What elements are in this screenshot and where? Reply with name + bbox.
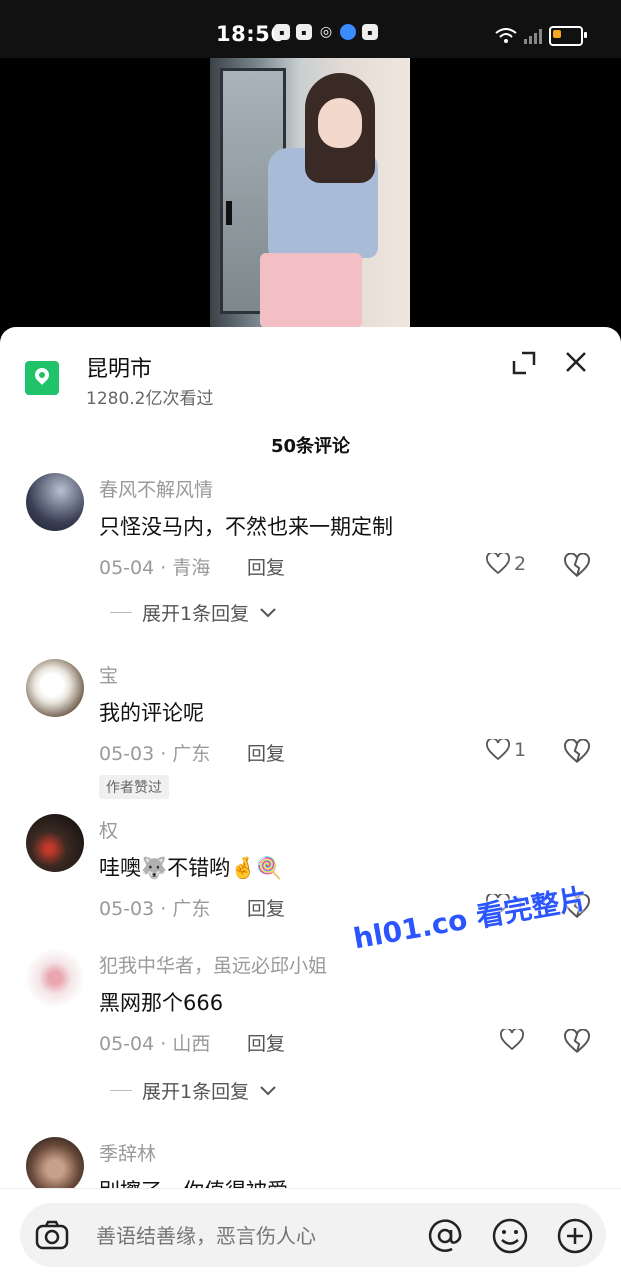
- like-button[interactable]: 1: [486, 739, 526, 761]
- wifi-icon: [495, 28, 517, 43]
- expand-replies-label: 展开1条回复: [142, 1081, 250, 1103]
- signal-icon: [524, 29, 542, 44]
- location-title[interactable]: 昆明市: [86, 351, 152, 383]
- hotspot-icon: ◎: [319, 24, 333, 40]
- battery-icon: [549, 26, 587, 46]
- chevron-down-icon: [260, 607, 276, 617]
- avatar[interactable]: [26, 814, 84, 872]
- comment-text: 我的评论呢: [99, 701, 204, 725]
- app-notification-icon: ▪: [362, 24, 378, 40]
- add-icon[interactable]: [556, 1217, 594, 1255]
- avatar[interactable]: [26, 659, 84, 717]
- browser-icon: [340, 24, 356, 40]
- heart-icon: [500, 1029, 524, 1051]
- status-bar: 18:56 ▪ ▪ ◎ ▪: [0, 0, 621, 58]
- comment-count: 50条评论: [270, 436, 351, 457]
- app-notification-icon: ▪: [296, 24, 312, 40]
- person-skirt: [260, 253, 362, 328]
- location-pin-icon[interactable]: [25, 361, 59, 395]
- reply-button[interactable]: 回复: [247, 1029, 285, 1056]
- like-button[interactable]: 2: [486, 553, 526, 575]
- video-frame: [210, 58, 410, 328]
- heart-icon: [486, 739, 510, 761]
- comment-text: 哇噢🐺不错哟🤞🍭: [99, 856, 283, 880]
- comment-meta: 05-03 · 广东: [99, 743, 211, 765]
- comment-username[interactable]: 犯我中华者，虽远必邱小姐: [99, 951, 327, 978]
- broken-heart-icon[interactable]: [564, 553, 590, 579]
- heart-icon: [486, 553, 510, 575]
- comment-input[interactable]: [94, 1223, 408, 1249]
- close-icon[interactable]: [563, 349, 589, 375]
- reply-button[interactable]: 回复: [247, 739, 285, 766]
- avatar[interactable]: [26, 949, 84, 1007]
- reply-button[interactable]: 回复: [247, 894, 285, 921]
- comment-username[interactable]: 季辞林: [99, 1139, 156, 1166]
- avatar[interactable]: [26, 1137, 84, 1195]
- fullscreen-icon[interactable]: [510, 349, 538, 377]
- system-icons: [495, 26, 587, 46]
- comment-text: 只怪没马内，不然也来一期定制: [99, 515, 393, 539]
- author-liked-badge: 作者赞过: [99, 775, 169, 799]
- view-count: 1280.2亿次看过: [86, 389, 214, 409]
- video-player[interactable]: [0, 58, 621, 328]
- camera-icon[interactable]: [34, 1217, 70, 1253]
- comment-username[interactable]: 春风不解风情: [99, 475, 213, 502]
- watermark-text: hl01.co 看完整片: [350, 881, 590, 956]
- chevron-down-icon: [260, 1085, 276, 1095]
- comment-input-pill[interactable]: [20, 1203, 606, 1267]
- expand-replies-button[interactable]: 展开1条回复: [110, 1077, 277, 1104]
- comment-username[interactable]: 权: [99, 816, 118, 843]
- divider: [110, 1090, 132, 1091]
- like-count: 1: [514, 739, 527, 761]
- expand-replies-label: 展开1条回复: [142, 603, 250, 625]
- expand-replies-button[interactable]: 展开1条回复: [110, 599, 277, 626]
- emoji-icon[interactable]: [491, 1217, 529, 1255]
- comment-meta: 05-03 · 广东: [99, 898, 211, 920]
- broken-heart-icon[interactable]: [564, 1029, 590, 1055]
- comment-meta: 05-04 · 青海: [99, 557, 211, 579]
- like-button[interactable]: [500, 1029, 528, 1051]
- comment-input-bar: [0, 1188, 621, 1281]
- notification-icons: ▪ ▪ ◎ ▪: [274, 24, 378, 40]
- broken-heart-icon[interactable]: [564, 739, 590, 765]
- comment-sheet: 昆明市 1280.2亿次看过 50条评论 春风不解风情 只怪没马内，不然也来一期…: [0, 327, 621, 1280]
- reply-button[interactable]: 回复: [247, 553, 285, 580]
- mention-icon[interactable]: [426, 1217, 464, 1255]
- person-face: [318, 98, 362, 148]
- app-notification-icon: ▪: [274, 24, 290, 40]
- divider: [110, 612, 132, 613]
- comment-username[interactable]: 宝: [99, 661, 118, 688]
- comment-meta: 05-04 · 山西: [99, 1033, 211, 1055]
- comment-text: 黑网那个666: [99, 991, 224, 1015]
- like-count: 2: [514, 553, 527, 575]
- avatar[interactable]: [26, 473, 84, 531]
